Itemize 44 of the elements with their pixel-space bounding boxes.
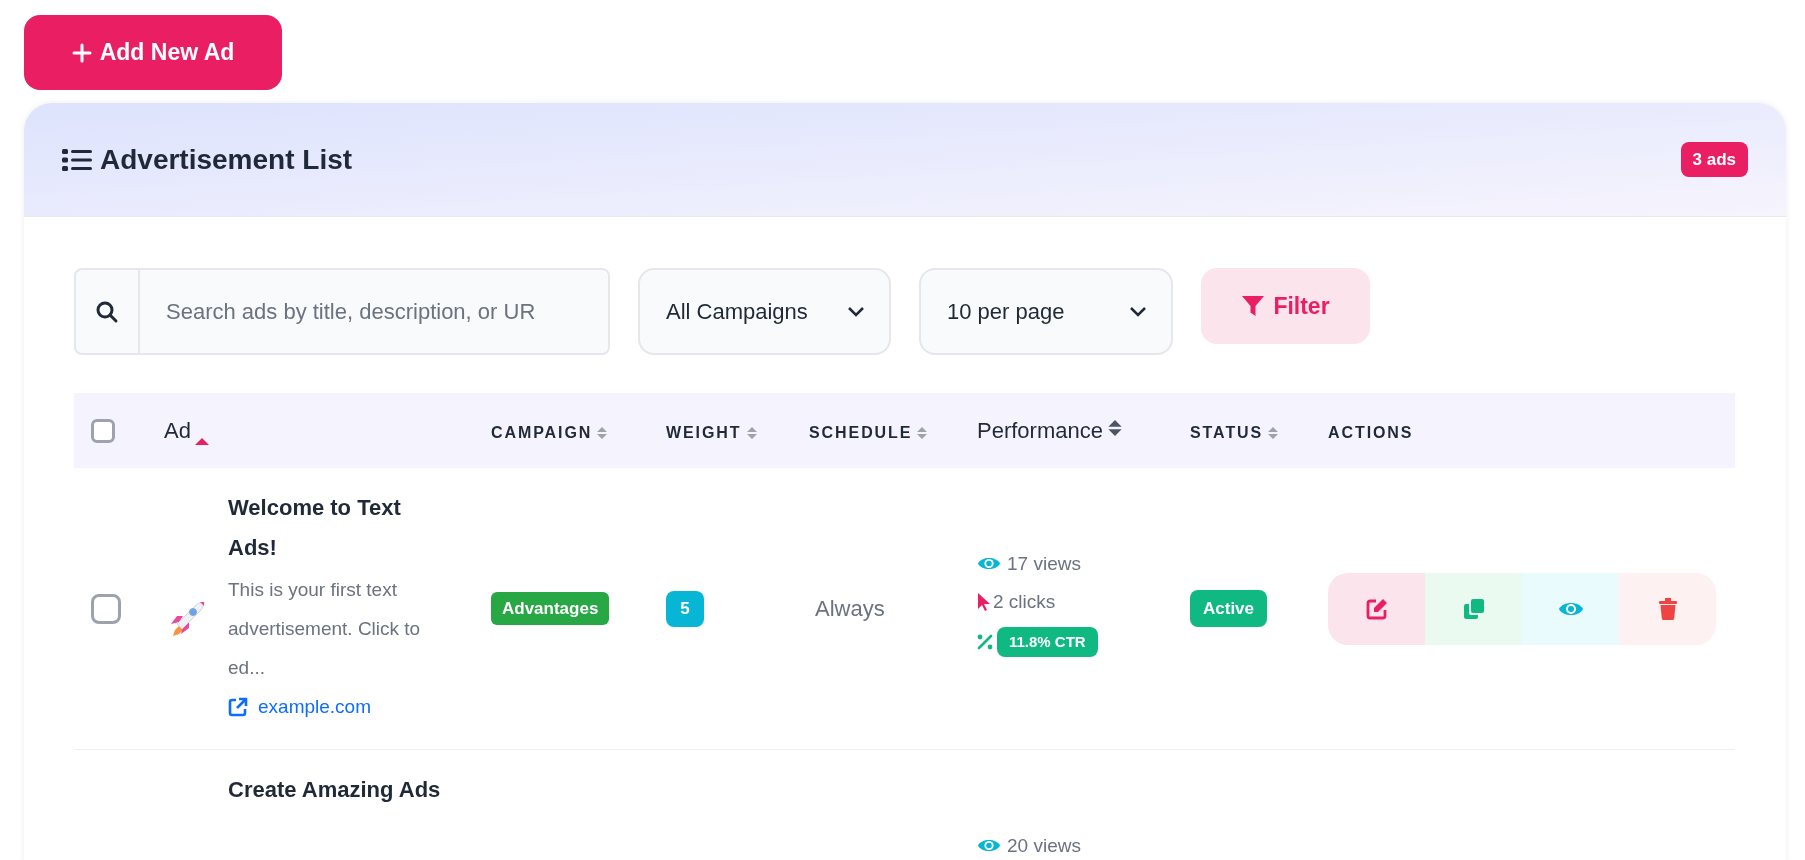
ad-description: This is your first text advertisement. Click to ed... [228,578,422,680]
checkbox[interactable] [91,418,115,443]
ad-title: Welcome to Text Ads! [228,494,402,562]
checkbox[interactable] [91,593,121,624]
duplicate-button[interactable] [1425,572,1522,645]
add-ad-button[interactable]: Add New Ad [24,15,282,90]
column-header[interactable]: Performance [977,414,1103,447]
column-header[interactable]: SCHEDULE [809,420,913,445]
clicks-count: 2 clicks [993,590,1056,614]
campaign-badge: Advantages [491,591,610,626]
delete-button[interactable] [1619,572,1716,645]
campaign-select[interactable]: All Campaigns [638,268,891,355]
chevron-down-icon [1129,305,1147,318]
edit-icon [1365,597,1388,620]
edit-button[interactable] [1328,572,1425,645]
count-badge: 3 ads [1680,141,1748,178]
weight-badge: 5 [666,590,704,627]
trash-icon [1658,597,1677,620]
column-header[interactable]: Ad [164,414,191,447]
column-header[interactable]: STATUS [1190,420,1264,445]
views-count: 17 views [1007,551,1081,576]
external-link-icon [228,697,248,717]
preview-button[interactable] [1522,572,1619,645]
ad-link[interactable]: example.com [228,687,450,727]
list-icon [62,146,92,173]
chevron-down-icon [847,305,865,318]
search-field[interactable]: Search ads by title, description, or UR [74,268,610,355]
ad-title: Create Amazing Ads [228,776,442,804]
filter-icon [1241,294,1266,318]
status-badge: Active [1190,589,1268,628]
search-icon [95,299,119,324]
copy-icon [1462,597,1485,620]
views-count: 20 views [1007,833,1081,858]
pointer-icon [977,592,991,613]
column-header[interactable]: WEIGHT [666,420,742,445]
card-title: Advertisement List [100,142,353,177]
filter-button[interactable]: Filter [1201,268,1370,344]
ctr-badge: 11.8% CTR [997,626,1098,657]
plus-icon [71,42,92,63]
per-page-select[interactable]: 10 per page [919,268,1173,355]
percent-icon [977,633,993,650]
column-header[interactable]: CAMPAIGN [491,420,593,445]
schedule-text: Always [814,596,885,621]
column-header: ACTIONS [1328,422,1414,443]
